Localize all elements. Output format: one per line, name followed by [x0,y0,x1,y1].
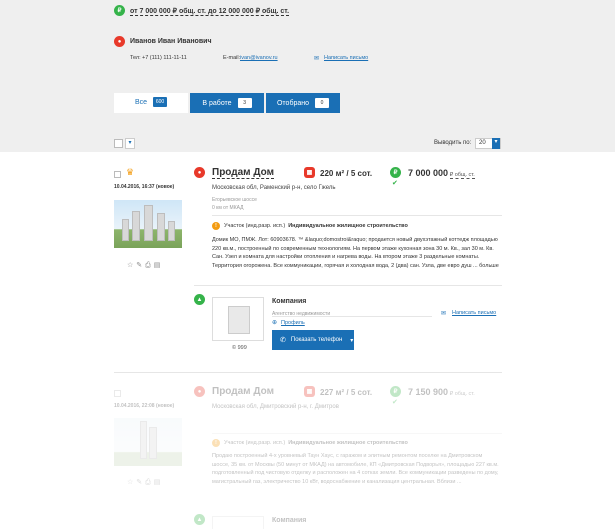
header-area [0,0,615,152]
select-all-dropdown[interactable]: ▾ [125,138,135,149]
star-icon[interactable]: ☆ [127,262,136,269]
ruble-icon: ₽ [390,386,401,397]
listing-checkbox[interactable] [114,171,121,178]
tab-all[interactable]: Все 600 [114,93,188,113]
listing-direction: Егорьевское шоссе [212,197,257,203]
user-icon: ● [114,36,125,47]
agent-email-link[interactable]: ivan@ivanov.ru [240,55,278,61]
show-by-label: Выводить по: [434,140,472,146]
area-icon: ▦ [304,167,315,178]
listing-plot: Участок (инд.разр. исп.) Индивидуальное … [224,440,408,446]
listing-title[interactable]: Продам Дом [212,386,274,397]
listing-area: 220 м² / 5 сот. [320,169,373,178]
archive-icon[interactable]: ▤ [154,262,164,269]
listing-date: 10.04.2016, 22:08 (новое) [114,403,175,409]
company-rating: © 999 [232,345,247,351]
show-by-value: 20 [479,140,486,146]
listing-photo[interactable] [114,200,182,248]
tab-selected-label: Отобрано [276,99,310,107]
listing-address: Московская обл, Раменский р-н, село Гжел… [212,185,336,191]
ruble-icon: ₽ [114,5,125,16]
location-icon: ● [194,167,205,178]
company-name: Компания [272,298,307,305]
company-logo[interactable] [212,516,264,529]
listing-price: 7 000 000 ₽ общ. ст. [408,168,475,179]
agent-name: Иванов Иван Иванович [130,38,212,45]
company-logo[interactable] [212,297,264,341]
chevron-down-icon: ▾ [350,337,354,344]
show-phone-label: Показать телефон [290,337,343,343]
chevron-down-icon: ▾ [492,138,500,149]
listing-area: 227 м² / 5 сот. [320,388,373,397]
listing-distance: 0 км от МКАД [212,205,244,211]
tab-all-label: Все [134,98,148,106]
company-icon: ▲ [194,514,205,525]
check-icon: ✔ [392,180,398,187]
area-icon: ▦ [304,386,315,397]
globe-icon: ⊕ [272,320,278,326]
info-icon: ! [212,222,220,230]
company-name: Компания [272,517,307,524]
tab-selected[interactable]: Отобрано 0 [266,93,340,113]
tab-all-count: 600 [153,97,168,107]
listing-checkbox[interactable] [114,390,121,397]
agent-phone-label: Тел: [130,55,141,61]
select-all-checkbox[interactable] [114,139,123,148]
price-filter[interactable]: от 7 000 000 ₽ общ. ст. до 12 000 000 ₽ … [130,7,290,16]
company-write-link[interactable]: Написать письмо [452,310,496,316]
phone-icon: ✆ [280,337,286,344]
crown-icon: ♛ [126,167,135,177]
write-letter-link[interactable]: Написать письмо [324,55,368,61]
envelope-icon: ✉ [441,311,447,317]
tab-in-work[interactable]: В работе 3 [190,93,264,113]
tab-selected-count: 0 [315,98,330,108]
envelope-icon: ✉ [314,56,320,62]
listing-address: Московская обл, Дмитровский р-н, г. Дмит… [212,404,339,410]
listing-price: 7 150 900 ₽ общ. ст. [408,387,475,397]
agent-email-label: E-mail: [223,55,241,61]
listing-description: Продаю построенный 4-х уровневый Таун Ха… [212,453,499,485]
company-profile-link[interactable]: Профиль [281,320,305,326]
ruble-icon: ₽ [390,167,401,178]
company-icon: ▲ [194,294,205,305]
listing-actions: ☆✎⎙▤ [127,261,163,270]
edit-icon[interactable]: ✎ [136,262,145,269]
listing-date: 10.04.2016, 16:37 (новое) [114,184,175,190]
location-icon: ● [194,386,205,397]
check-icon: ✔ [392,399,398,406]
show-by-select[interactable]: 20 ▾ [475,138,501,149]
show-phone-button[interactable]: ✆ Показать телефон ▾ [272,330,354,350]
info-icon: ! [212,439,220,447]
tab-in-work-label: В работе [202,99,232,107]
listing-plot: Участок (инд.разр. исп.) Индивидуальное … [224,223,408,229]
listing-photo[interactable] [114,418,182,466]
tab-in-work-count: 3 [237,98,252,108]
print-icon[interactable]: ⎙ [145,262,154,269]
listing-description: Домик МО, ПМЖ. Лот: 60903678. ™ &laquo;d… [212,237,499,269]
listing-title[interactable]: Продам Дом [212,167,274,179]
listing-actions: ☆✎⎙▤ [127,479,164,486]
agent-phone: +7 (111) 111-11-11 [142,55,187,61]
